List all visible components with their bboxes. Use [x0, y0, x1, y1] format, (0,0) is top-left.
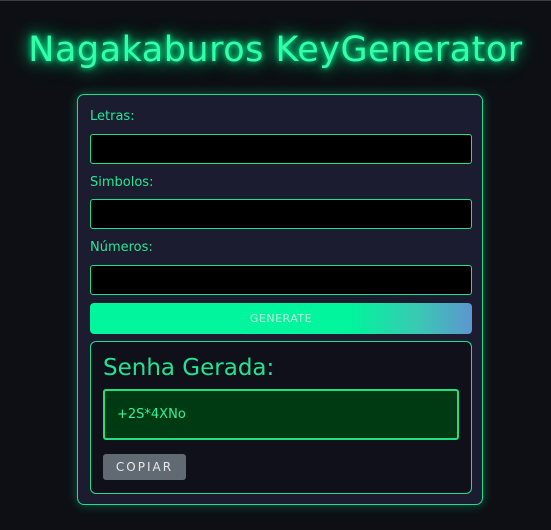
page-title: Nagakaburos KeyGenerator — [28, 30, 523, 70]
generated-password: +2S*4XNo — [117, 407, 186, 422]
numbers-input[interactable] — [90, 265, 472, 295]
symbols-label: Simbolos: — [90, 175, 154, 190]
symbols-input[interactable] — [90, 199, 472, 229]
result-box: Senha Gerada: +2S*4XNo copiar — [90, 341, 472, 494]
letters-label: Letras: — [90, 109, 135, 124]
letters-input[interactable] — [90, 134, 472, 164]
numbers-label: Números: — [90, 240, 153, 255]
password-output[interactable]: +2S*4XNo — [103, 389, 459, 440]
generator-panel: Letras: Simbolos: Números: generate Senh… — [77, 94, 483, 505]
generate-button[interactable]: generate — [90, 303, 472, 334]
result-title: Senha Gerada: — [103, 355, 275, 381]
copy-button[interactable]: copiar — [103, 454, 186, 480]
top-divider — [0, 0, 551, 1]
